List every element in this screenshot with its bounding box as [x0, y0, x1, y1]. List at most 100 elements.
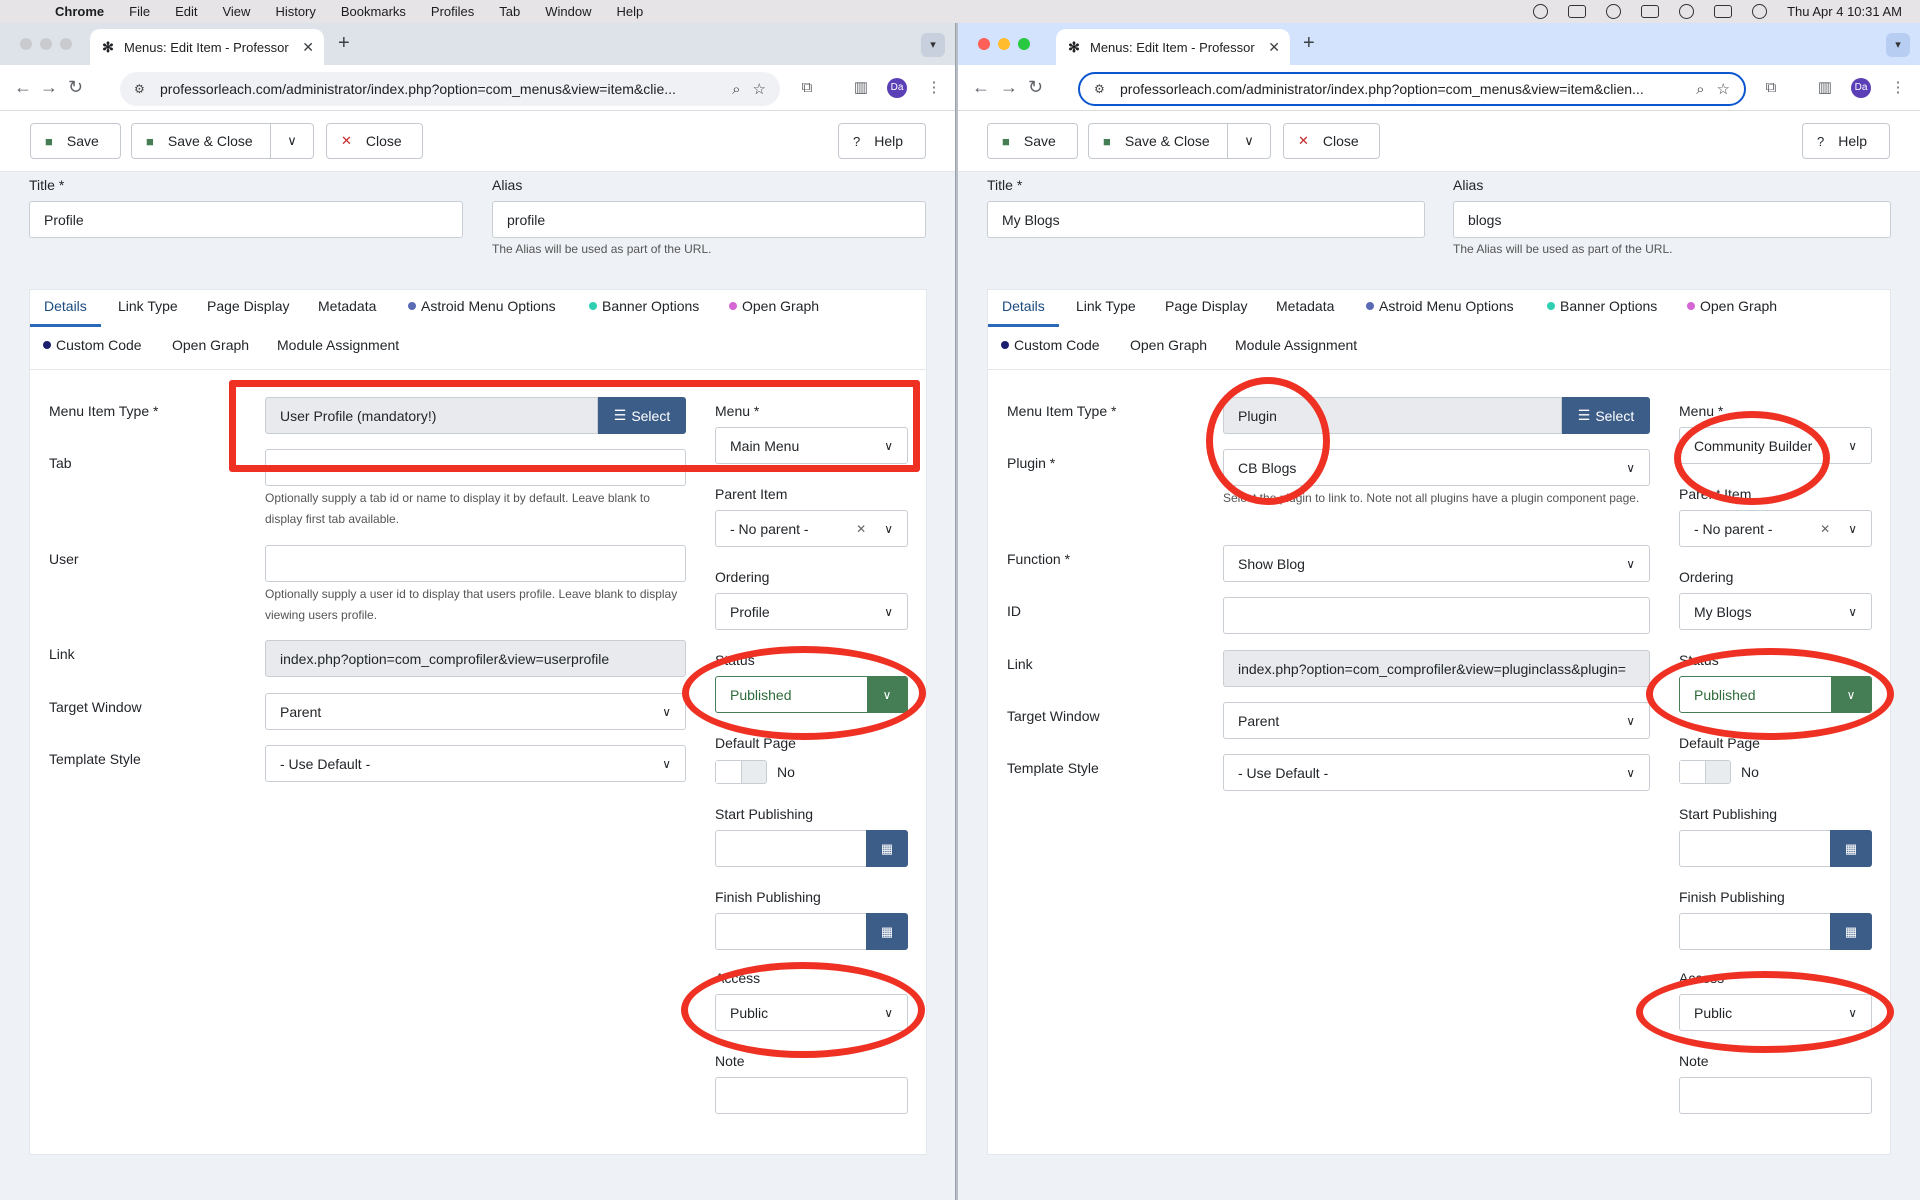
zoom-window-button[interactable] — [1018, 38, 1030, 50]
tab-custom-code[interactable]: Custom Code — [43, 337, 142, 353]
save-button[interactable]: ■ Save — [30, 123, 121, 159]
site-info-icon[interactable]: ⚙ — [1094, 82, 1108, 96]
alias-input[interactable]: blogs — [1453, 201, 1891, 238]
ordering-select[interactable]: Profile ∨ — [715, 593, 908, 630]
save-close-button[interactable]: ■ Save & Close — [1088, 123, 1228, 159]
menu-tab[interactable]: Tab — [499, 4, 520, 19]
tab-open-graph-2[interactable]: Open Graph — [172, 337, 249, 353]
apple-logo-icon[interactable] — [20, 4, 34, 20]
minimize-window-button[interactable] — [998, 38, 1010, 50]
wifi-icon[interactable] — [1679, 4, 1695, 19]
back-arrow-icon[interactable]: ← — [972, 77, 990, 97]
minimize-window-button[interactable] — [40, 38, 52, 50]
menu-window[interactable]: Window — [545, 4, 591, 19]
save-close-button[interactable]: ■ Save & Close — [131, 123, 271, 159]
note-input[interactable] — [1679, 1077, 1872, 1114]
note-input[interactable] — [715, 1077, 908, 1114]
screen-mirror-icon[interactable] — [1568, 5, 1587, 18]
close-tab-icon[interactable]: ✕ — [302, 39, 314, 56]
tab-metadata[interactable]: Metadata — [1276, 298, 1334, 314]
tab-open-graph[interactable]: Open Graph — [729, 298, 819, 314]
clear-x-icon[interactable]: ✕ — [856, 522, 866, 536]
close-window-button[interactable] — [978, 38, 990, 50]
default-page-toggle[interactable] — [1679, 760, 1731, 784]
site-info-icon[interactable]: ⚙ — [134, 82, 148, 96]
creative-cloud-icon[interactable] — [1533, 4, 1549, 19]
function-select[interactable]: Show Blog ∨ — [1223, 545, 1650, 582]
calendar-icon[interactable]: ▦ — [1830, 830, 1872, 867]
control-center-icon[interactable] — [1714, 5, 1733, 18]
alias-input[interactable]: profile — [492, 201, 926, 238]
address-bar[interactable]: ⚙ professorleach.com/administrator/index… — [1078, 72, 1746, 106]
menu-edit[interactable]: Edit — [175, 4, 197, 19]
new-tab-button[interactable]: + — [338, 32, 350, 55]
forward-arrow-icon[interactable]: → — [40, 77, 58, 97]
target-window-select[interactable]: Parent ∨ — [1223, 702, 1650, 739]
tab-metadata[interactable]: Metadata — [318, 298, 376, 314]
tab-details[interactable]: Details — [988, 298, 1059, 327]
parent-item-select[interactable]: - No parent - ✕ ∨ — [1679, 510, 1872, 547]
ordering-select[interactable]: My Blogs ∨ — [1679, 593, 1872, 630]
kebab-menu-icon[interactable]: ⋮ — [1889, 79, 1907, 97]
menu-bookmarks[interactable]: Bookmarks — [341, 4, 406, 19]
select-menu-type-button[interactable]: ☰ Select — [1562, 397, 1650, 434]
forward-arrow-icon[interactable]: → — [1000, 77, 1018, 97]
menu-view[interactable]: View — [222, 4, 250, 19]
save-button[interactable]: ■ Save — [987, 123, 1078, 159]
close-button[interactable]: ✕ Close — [1283, 123, 1380, 159]
menu-help[interactable]: Help — [617, 4, 644, 19]
tab-search-chevron-icon[interactable]: ▾ — [1886, 33, 1910, 57]
tab-page-display[interactable]: Page Display — [207, 298, 290, 314]
tab-page-display[interactable]: Page Display — [1165, 298, 1248, 314]
clear-x-icon[interactable]: ✕ — [1820, 522, 1830, 536]
target-window-select[interactable]: Parent ∨ — [265, 693, 686, 730]
close-window-button[interactable] — [20, 38, 32, 50]
menu-app-chrome[interactable]: Chrome — [55, 4, 104, 19]
menu-history[interactable]: History — [275, 4, 315, 19]
tab-open-graph[interactable]: Open Graph — [1687, 298, 1777, 314]
profile-avatar[interactable]: Da — [1851, 78, 1871, 98]
title-input[interactable]: Profile — [29, 201, 463, 238]
tab-open-graph-2[interactable]: Open Graph — [1130, 337, 1207, 353]
tab-astroid-menu-options[interactable]: Astroid Menu Options — [1366, 298, 1514, 314]
calendar-icon[interactable]: ▦ — [866, 913, 908, 950]
save-options-dropdown[interactable]: ∨ — [1227, 123, 1271, 159]
tab-details[interactable]: Details — [30, 298, 101, 327]
save-options-dropdown[interactable]: ∨ — [270, 123, 314, 159]
tab-banner-options[interactable]: Banner Options — [589, 298, 699, 314]
user-input[interactable] — [265, 545, 686, 582]
tab-custom-code[interactable]: Custom Code — [1001, 337, 1100, 353]
extensions-icon[interactable]: ⧉ — [798, 79, 816, 97]
start-publishing-input[interactable] — [1679, 830, 1831, 867]
calendar-icon[interactable]: ▦ — [866, 830, 908, 867]
side-panel-icon[interactable]: ▥ — [852, 79, 870, 97]
extensions-icon[interactable]: ⧉ — [1762, 79, 1780, 97]
reload-icon[interactable]: ↻ — [1028, 77, 1043, 97]
title-input[interactable]: My Blogs — [987, 201, 1425, 238]
browser-tab[interactable]: ✻ Menus: Edit Item - Professor ✕ — [90, 29, 324, 65]
id-input[interactable] — [1223, 597, 1650, 634]
help-button[interactable]: ? Help — [838, 123, 926, 159]
tab-link-type[interactable]: Link Type — [1076, 298, 1136, 314]
browser-tab[interactable]: ✻ Menus: Edit Item - Professor ✕ — [1056, 29, 1290, 65]
siri-icon[interactable] — [1752, 4, 1768, 19]
new-tab-button[interactable]: + — [1303, 32, 1315, 55]
menu-file[interactable]: File — [129, 4, 150, 19]
menubar-clock[interactable]: Thu Apr 4 10:31 AM — [1787, 4, 1902, 19]
tab-astroid-menu-options[interactable]: Astroid Menu Options — [408, 298, 556, 314]
calendar-icon[interactable]: ▦ — [1830, 913, 1872, 950]
profile-avatar[interactable]: Da — [887, 78, 907, 98]
tab-module-assignment[interactable]: Module Assignment — [277, 337, 399, 353]
tab-module-assignment[interactable]: Module Assignment — [1235, 337, 1357, 353]
template-style-select[interactable]: - Use Default - ∨ — [265, 745, 686, 782]
zoom-icon[interactable]: ⌕ — [1696, 81, 1704, 98]
template-style-select[interactable]: - Use Default - ∨ — [1223, 754, 1650, 791]
reload-icon[interactable]: ↻ — [68, 77, 83, 97]
menu-profiles[interactable]: Profiles — [431, 4, 474, 19]
tab-search-chevron-icon[interactable]: ▾ — [921, 33, 945, 57]
finish-publishing-input[interactable] — [1679, 913, 1831, 950]
bookmark-star-icon[interactable]: ☆ — [753, 80, 766, 98]
default-page-toggle[interactable] — [715, 760, 767, 784]
zoom-window-button[interactable] — [60, 38, 72, 50]
headphones-icon[interactable] — [1606, 4, 1622, 19]
